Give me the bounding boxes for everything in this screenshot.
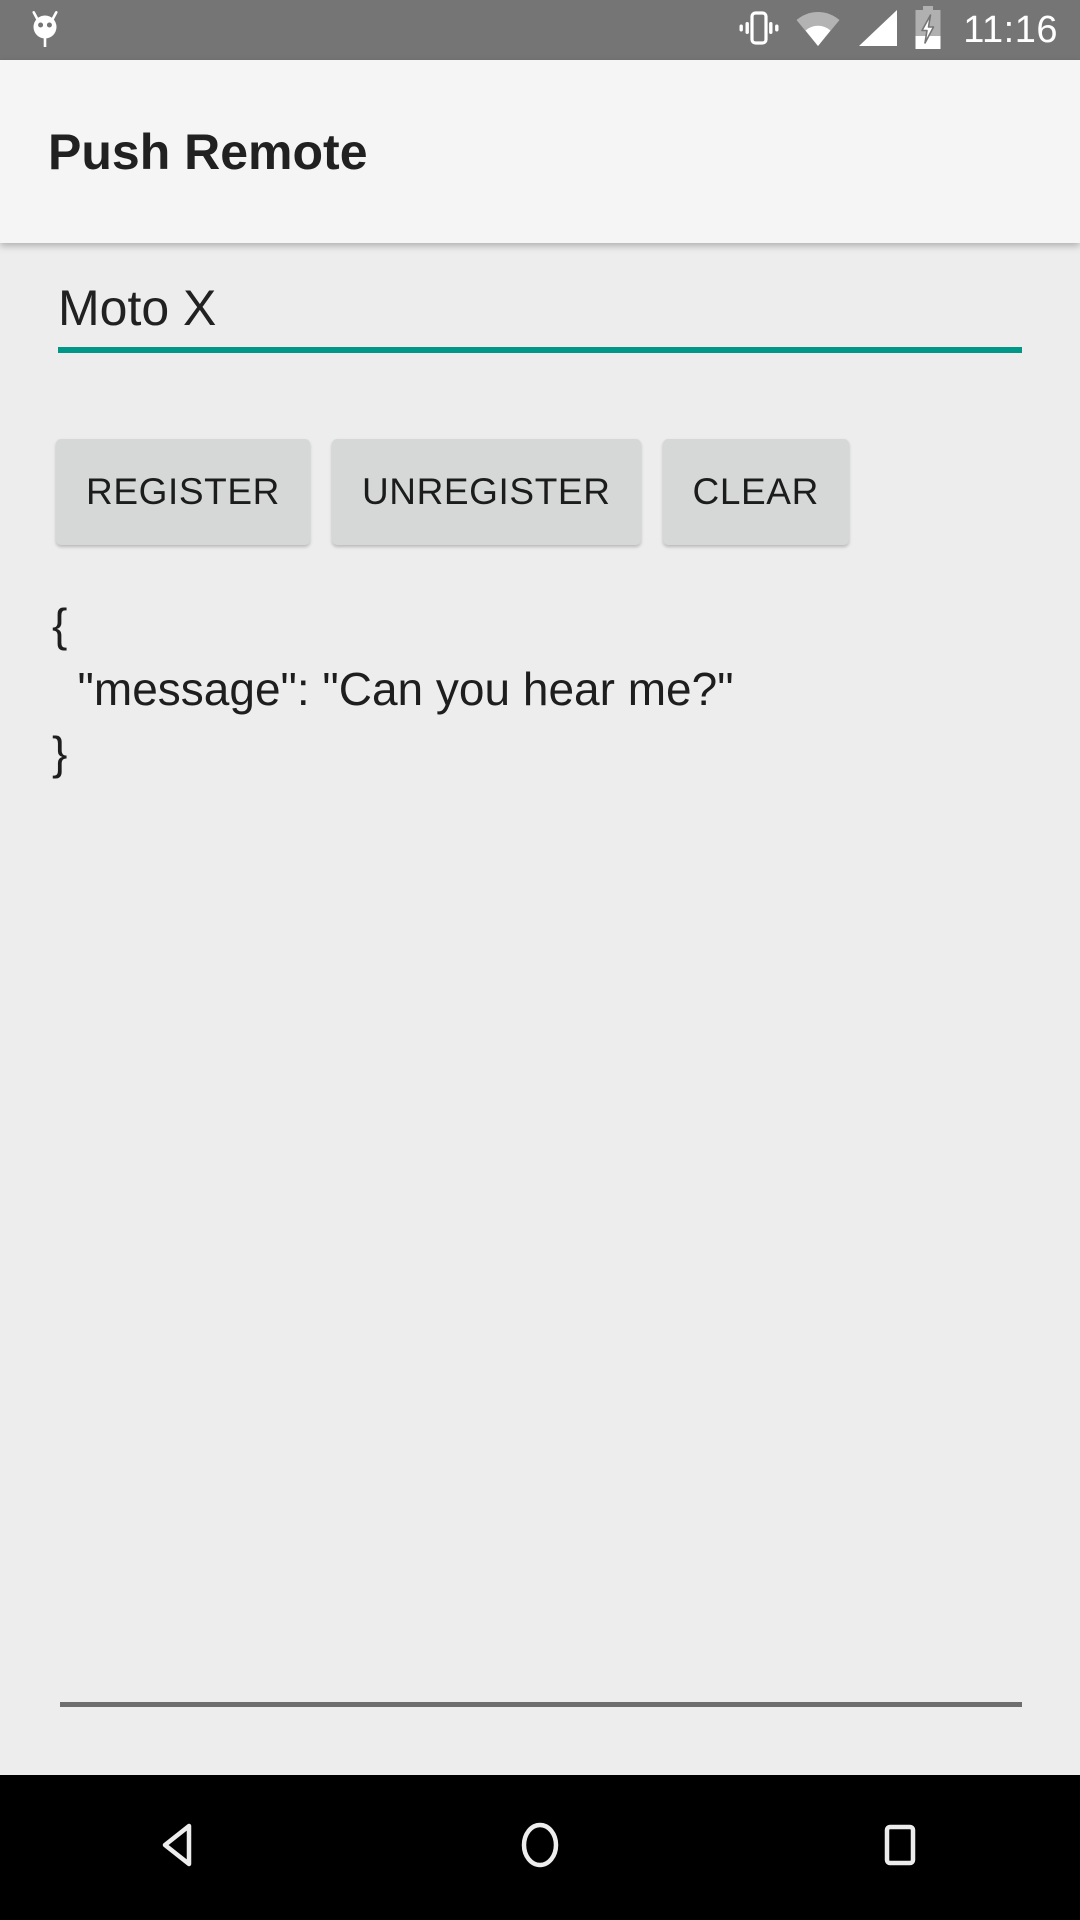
wifi-icon xyxy=(795,9,841,52)
device-name-underline xyxy=(58,347,1022,353)
unregister-button[interactable]: UNREGISTER xyxy=(331,439,641,545)
app-bar: Push Remote xyxy=(0,60,1080,243)
status-bar: 11:16 xyxy=(0,0,1080,60)
nav-home-button[interactable] xyxy=(360,1775,720,1920)
nav-recents-button[interactable] xyxy=(720,1775,1080,1920)
home-circle-icon xyxy=(509,1814,571,1881)
cellular-signal-icon xyxy=(855,9,899,52)
recents-square-icon xyxy=(869,1814,931,1881)
vibrate-icon xyxy=(737,8,781,53)
bottom-divider xyxy=(60,1702,1022,1707)
register-button[interactable]: REGISTER xyxy=(56,439,310,545)
device-name-input[interactable]: Moto X xyxy=(58,283,1022,347)
navigation-bar xyxy=(0,1775,1080,1920)
status-bar-notifications xyxy=(0,7,64,54)
status-bar-clock: 11:16 xyxy=(963,9,1058,51)
status-bar-system-icons: 11:16 xyxy=(737,5,1080,55)
battery-charging-icon xyxy=(913,5,943,55)
back-triangle-icon xyxy=(149,1814,211,1881)
page-title: Push Remote xyxy=(48,123,368,180)
nav-back-button[interactable] xyxy=(0,1775,360,1920)
message-output: { "message": "Can you hear me?" } xyxy=(52,599,734,779)
action-button-row: REGISTER UNREGISTER CLEAR xyxy=(56,439,849,545)
android-robot-icon xyxy=(26,7,64,54)
device-name-field[interactable]: Moto X xyxy=(58,283,1022,353)
clear-button[interactable]: CLEAR xyxy=(662,439,849,545)
main-content: Moto X REGISTER UNREGISTER CLEAR { "mess… xyxy=(0,243,1080,1775)
